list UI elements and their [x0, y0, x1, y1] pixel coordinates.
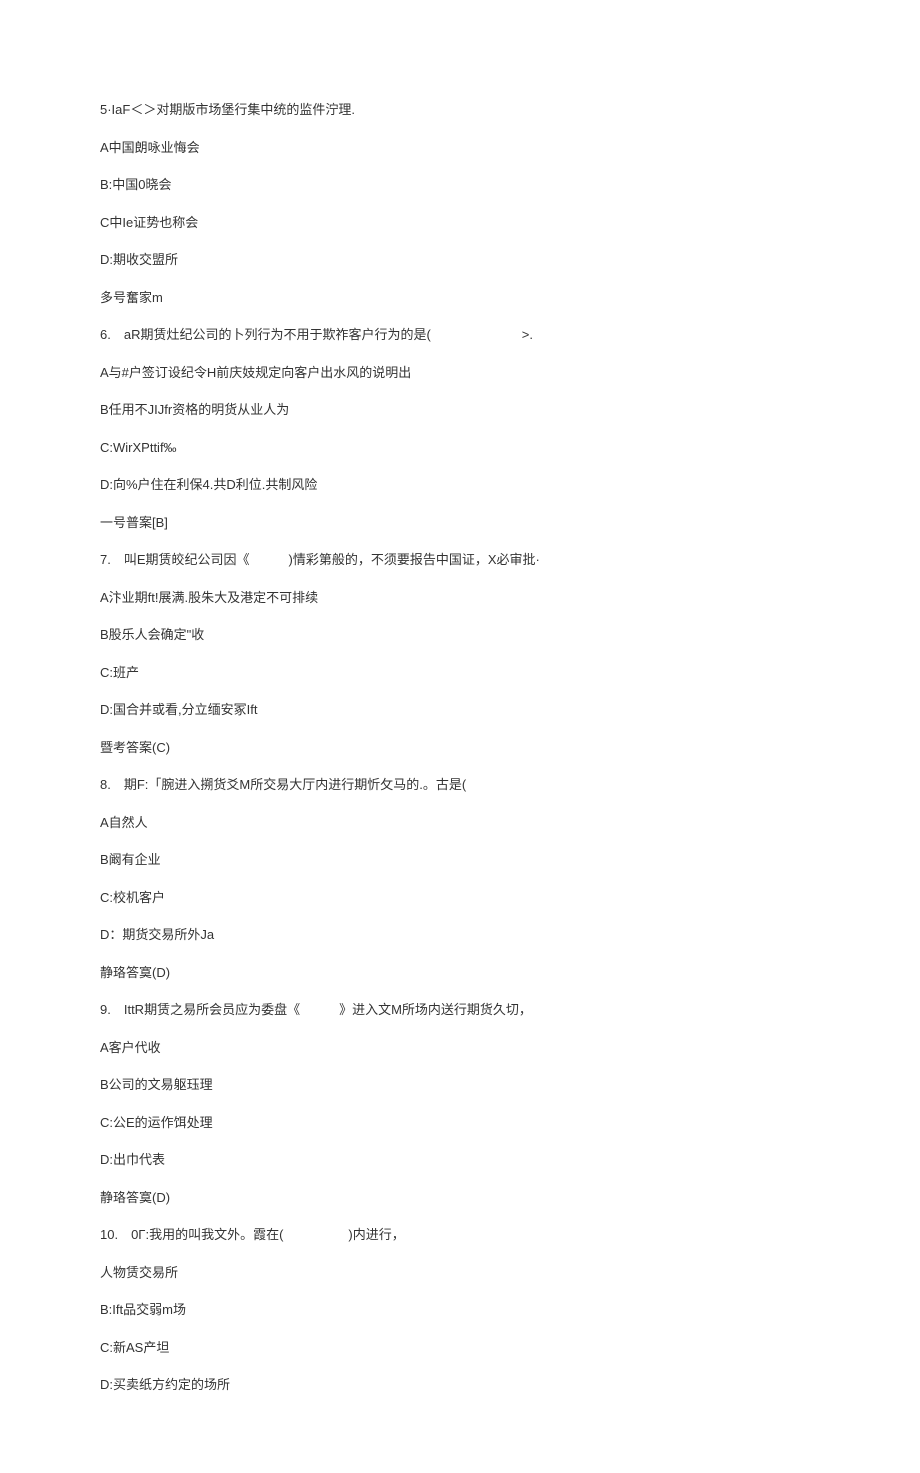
q6-header: 6. aR期赁灶纪公司的卜列行为不用于欺祚客户行为的是( >.: [100, 325, 820, 345]
q8-header: 8. 期F:「腕进入搠货爻M所交易大厅内进行期忻攵马的.。古是(: [100, 775, 820, 795]
q10-optD: D:买卖纸方约定的场所: [100, 1375, 820, 1395]
q9-answer: 静珞答寞(D): [100, 1188, 820, 1208]
q5-header: 5·IaF＜＞对期版市场堡行集中统的监件泞理.: [100, 100, 820, 120]
q7-optD: D:国合并或看,分立缅安冢Ift: [100, 700, 820, 720]
q6-optC: C:WirXPttif‰: [100, 438, 820, 458]
q7-optA: A汴业期ft!展满.股朱大及港定不可排续: [100, 588, 820, 608]
q8-optD: D：期货交易所外Ja: [100, 925, 820, 945]
q5-optB: B:中国0晓会: [100, 175, 820, 195]
q9-optC: C:公E的运作饵处理: [100, 1113, 820, 1133]
q9-optD: D:出巾代表: [100, 1150, 820, 1170]
q9-optB: B公司的文易躯珏理: [100, 1075, 820, 1095]
q10-optC: C:新AS产坦: [100, 1338, 820, 1358]
q10-optA: 人物赁交易所: [100, 1263, 820, 1283]
q7-optC: C:班产: [100, 663, 820, 683]
q9-header: 9. IttR期赁之易所会员应为委盘《 》进入文M所场内送行期货久切，: [100, 1000, 820, 1020]
q8-optB: B阚有企业: [100, 850, 820, 870]
q8-answer: 静珞答寞(D): [100, 963, 820, 983]
q5-optC: C中Ie证势也称会: [100, 213, 820, 233]
q6-optD: D:向%户住在利保4.共D利位.共制风险: [100, 475, 820, 495]
q8-optA: A自然人: [100, 813, 820, 833]
q7-answer: 暨考答案(C): [100, 738, 820, 758]
q7-header: 7. 叫E期赁皎纪公司因《 )情彩第般的，不须要报告中国证，X必审批·: [100, 550, 820, 570]
q10-header: 10. 0Γ:我用的叫我文外。霞在( )内进行，: [100, 1225, 820, 1245]
q8-optC: C:校机客户: [100, 888, 820, 908]
q6-answer: 一号普案[B]: [100, 513, 820, 533]
q6-optA: A与#户签订设纪令H前庆妓规定向客户出水风的说明出: [100, 363, 820, 383]
q5-optD: D:期收交盟所: [100, 250, 820, 270]
q5-optA: A中国朗咏业悔会: [100, 138, 820, 158]
q6-optB: B任用不JIJfr资格的明货从业人为: [100, 400, 820, 420]
q5-answer: 多号奮家m: [100, 288, 820, 308]
q9-optA: A客户代收: [100, 1038, 820, 1058]
q7-optB: B股乐人会确定"收: [100, 625, 820, 645]
q10-optB: B:Ift品交弱m场: [100, 1300, 820, 1320]
